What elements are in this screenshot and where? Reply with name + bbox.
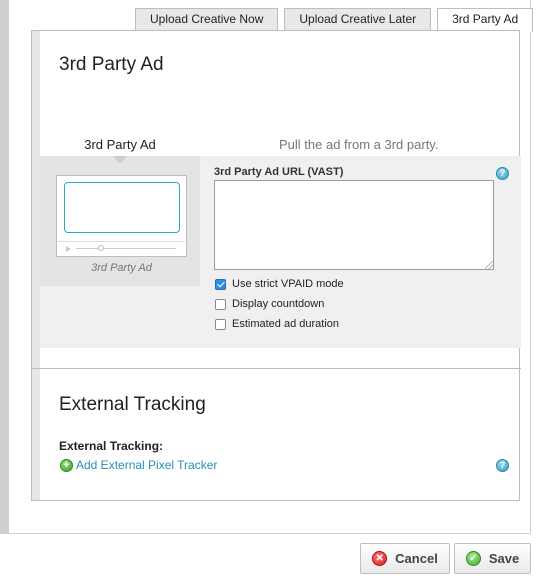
display-countdown-label: Display countdown	[232, 298, 325, 310]
player-screen	[64, 182, 180, 233]
resize-grip-icon[interactable]	[485, 261, 493, 269]
tab-upload-creative-later[interactable]: Upload Creative Later	[284, 8, 432, 31]
question-icon[interactable]: ?	[496, 167, 509, 180]
progress-knob	[98, 245, 104, 251]
save-label: Save	[488, 551, 520, 566]
selected-indicator-arrow	[113, 156, 127, 164]
section-divider	[32, 368, 521, 369]
estimated-duration-label: Estimated ad duration	[232, 318, 340, 330]
cancel-label: Cancel	[395, 551, 438, 566]
external-tracking-label: External Tracking:	[59, 439, 164, 453]
option-estimated-duration[interactable]: Estimated ad duration	[215, 318, 339, 330]
strict-vpaid-label: Use strict VPAID mode	[232, 278, 344, 290]
ad-type-label: 3rd Party Ad	[84, 137, 156, 152]
play-icon	[66, 246, 71, 252]
tab-panel: 3rd Party Ad 3rd Party Ad Pull the ad fr…	[31, 30, 521, 501]
player-thumbnail[interactable]	[56, 175, 187, 257]
option-strict-vpaid[interactable]: Use strict VPAID mode	[215, 278, 344, 290]
estimated-duration-checkbox[interactable]	[215, 318, 226, 330]
ad-type-description: Pull the ad from a 3rd party.	[279, 137, 439, 152]
add-pixel-tracker-label: Add External Pixel Tracker	[76, 458, 218, 472]
thumbnail-caption: 3rd Party Ad	[91, 262, 152, 274]
url-field-label: 3rd Party Ad URL (VAST)	[214, 166, 344, 178]
player-controls	[58, 241, 185, 255]
panel-shade	[32, 31, 40, 500]
check-circle-icon: ✓	[465, 551, 481, 566]
question-icon[interactable]: ?	[496, 459, 509, 472]
save-button[interactable]: ✓ Save	[454, 543, 531, 574]
tab-3rd-party-ad[interactable]: 3rd Party Ad	[437, 8, 534, 32]
cancel-button[interactable]: ✕ Cancel	[360, 543, 450, 574]
vast-url-input[interactable]	[214, 180, 494, 270]
section-title-external-tracking: External Tracking	[59, 394, 206, 415]
display-countdown-checkbox[interactable]	[215, 298, 226, 310]
section-title-3rd-party-ad: 3rd Party Ad	[59, 54, 164, 75]
progress-track	[76, 248, 176, 249]
tab-upload-creative-now[interactable]: Upload Creative Now	[135, 8, 279, 31]
tab-bar: Upload Creative Now Upload Creative Late…	[135, 8, 534, 32]
add-pixel-tracker-link[interactable]: + Add External Pixel Tracker	[60, 458, 217, 472]
close-circle-icon: ✕	[372, 551, 388, 566]
option-display-countdown[interactable]: Display countdown	[215, 298, 324, 310]
plus-circle-icon: +	[60, 458, 73, 472]
strict-vpaid-checkbox[interactable]	[215, 278, 226, 290]
